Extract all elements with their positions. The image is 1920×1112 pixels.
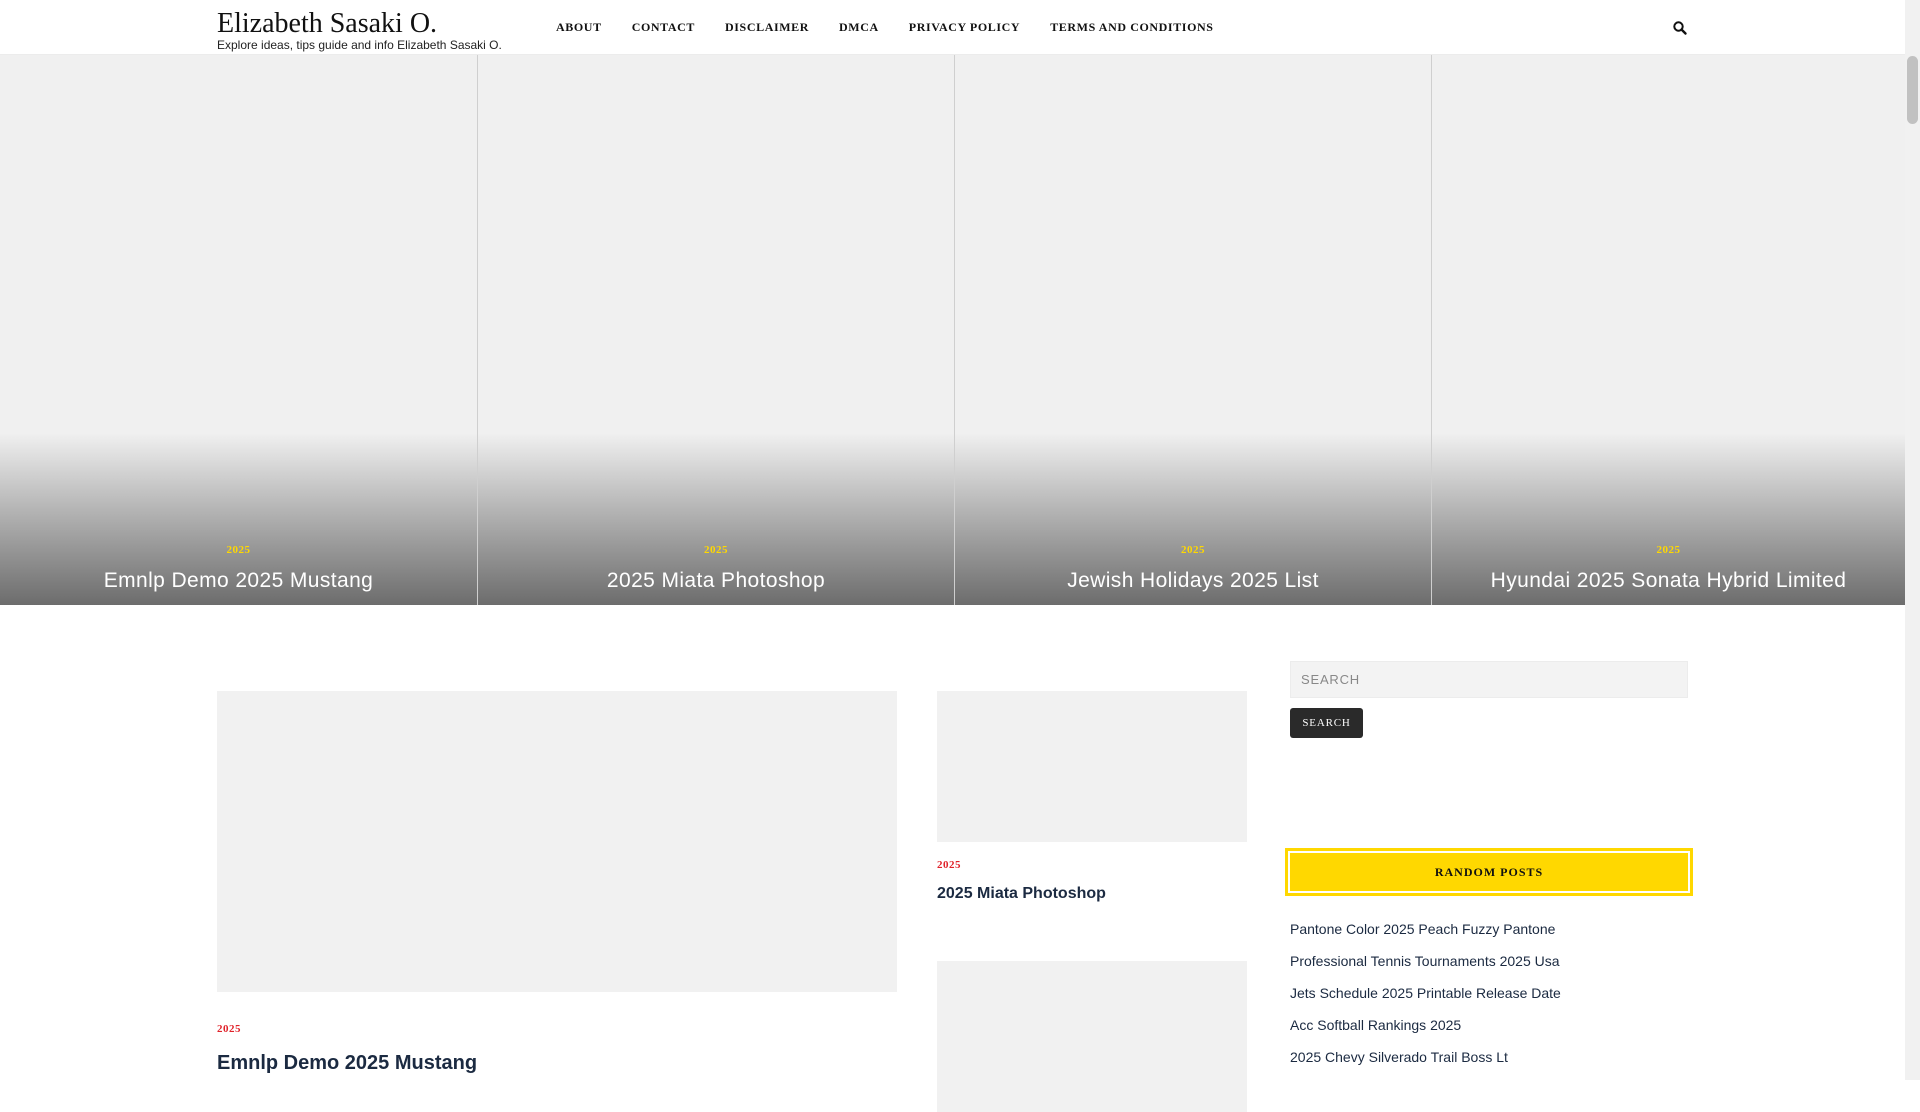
scrollbar-thumb[interactable]: [1907, 56, 1918, 124]
search-button[interactable]: SEARCH: [1290, 708, 1363, 738]
slide[interactable]: 2025 Hyundai 2025 Sonata Hybrid Limited: [1432, 54, 1905, 605]
featured-slider: 2025 Emnlp Demo 2025 Mustang 2025 2025 M…: [0, 54, 1905, 605]
random-post-link[interactable]: Acc Softball Rankings 2025: [1290, 1017, 1461, 1033]
random-post-link[interactable]: Jets Schedule 2025 Printable Release Dat…: [1290, 985, 1561, 1001]
search-icon[interactable]: [1672, 20, 1688, 36]
sidebar: SEARCH RANDOM POSTS Pantone Color 2025 P…: [1285, 661, 1693, 1065]
slide-category[interactable]: 2025: [478, 544, 954, 556]
search-input[interactable]: [1290, 661, 1688, 698]
post-category[interactable]: 2025: [217, 1023, 897, 1035]
post-thumbnail[interactable]: [217, 691, 897, 992]
list-item: 2025 Chevy Silverado Trail Boss Lt: [1290, 1048, 1561, 1080]
nav-item-dmca[interactable]: DMCA: [839, 18, 879, 36]
list-item: Professional Tennis Tournaments 2025 Usa: [1290, 952, 1561, 984]
slide-title[interactable]: Emnlp Demo 2025 Mustang: [0, 568, 477, 594]
side-post: 2025 2025 Miata Photoshop: [937, 691, 1247, 903]
slide-category[interactable]: 2025: [955, 544, 1431, 556]
random-post-link[interactable]: Professional Tennis Tournaments 2025 Usa: [1290, 953, 1560, 969]
main-nav: ABOUT CONTACT DISCLAIMER DMCA PRIVACY PO…: [556, 18, 1244, 36]
post-thumbnail[interactable]: [937, 691, 1247, 842]
side-post: [937, 961, 1247, 1112]
main-post: 2025 Emnlp Demo 2025 Mustang: [217, 691, 897, 1075]
slide[interactable]: 2025 2025 Miata Photoshop: [478, 54, 955, 605]
post-thumbnail[interactable]: [937, 961, 1247, 1112]
nav-item-disclaimer[interactable]: DISCLAIMER: [725, 18, 809, 36]
slide-title[interactable]: Jewish Holidays 2025 List: [955, 568, 1431, 594]
nav-item-terms-and-conditions[interactable]: TERMS AND CONDITIONS: [1050, 18, 1213, 36]
slide[interactable]: 2025 Jewish Holidays 2025 List: [955, 54, 1432, 605]
random-posts-list: Pantone Color 2025 Peach Fuzzy Pantone P…: [1290, 920, 1561, 1080]
slide-title[interactable]: 2025 Miata Photoshop: [478, 568, 954, 594]
random-post-link[interactable]: Pantone Color 2025 Peach Fuzzy Pantone: [1290, 921, 1555, 937]
slide-category[interactable]: 2025: [1432, 544, 1905, 556]
site-tagline: Explore ideas, tips guide and info Eliza…: [217, 38, 502, 52]
list-item: Acc Softball Rankings 2025: [1290, 1016, 1561, 1048]
slide[interactable]: 2025 Emnlp Demo 2025 Mustang: [0, 54, 478, 605]
post-title[interactable]: Emnlp Demo 2025 Mustang: [217, 1052, 897, 1075]
slide-title[interactable]: Hyundai 2025 Sonata Hybrid Limited: [1432, 568, 1905, 594]
post-title[interactable]: 2025 Miata Photoshop: [937, 885, 1247, 903]
post-category[interactable]: 2025: [937, 859, 1247, 871]
nav-item-about[interactable]: ABOUT: [556, 18, 602, 36]
nav-item-contact[interactable]: CONTACT: [632, 18, 695, 36]
list-item: Jets Schedule 2025 Printable Release Dat…: [1290, 984, 1561, 1016]
site-title[interactable]: Elizabeth Sasaki O.: [217, 8, 502, 40]
list-item: Pantone Color 2025 Peach Fuzzy Pantone: [1290, 920, 1561, 952]
random-post-link[interactable]: 2025 Chevy Silverado Trail Boss Lt: [1290, 1049, 1508, 1065]
random-posts-heading: RANDOM POSTS: [1285, 848, 1693, 896]
nav-item-privacy-policy[interactable]: PRIVACY POLICY: [909, 18, 1020, 36]
slide-category[interactable]: 2025: [0, 544, 477, 556]
brand: Elizabeth Sasaki O. Explore ideas, tips …: [217, 8, 502, 52]
page-scrollbar[interactable]: [1905, 0, 1920, 1080]
site-header: Elizabeth Sasaki O. Explore ideas, tips …: [0, 0, 1905, 55]
